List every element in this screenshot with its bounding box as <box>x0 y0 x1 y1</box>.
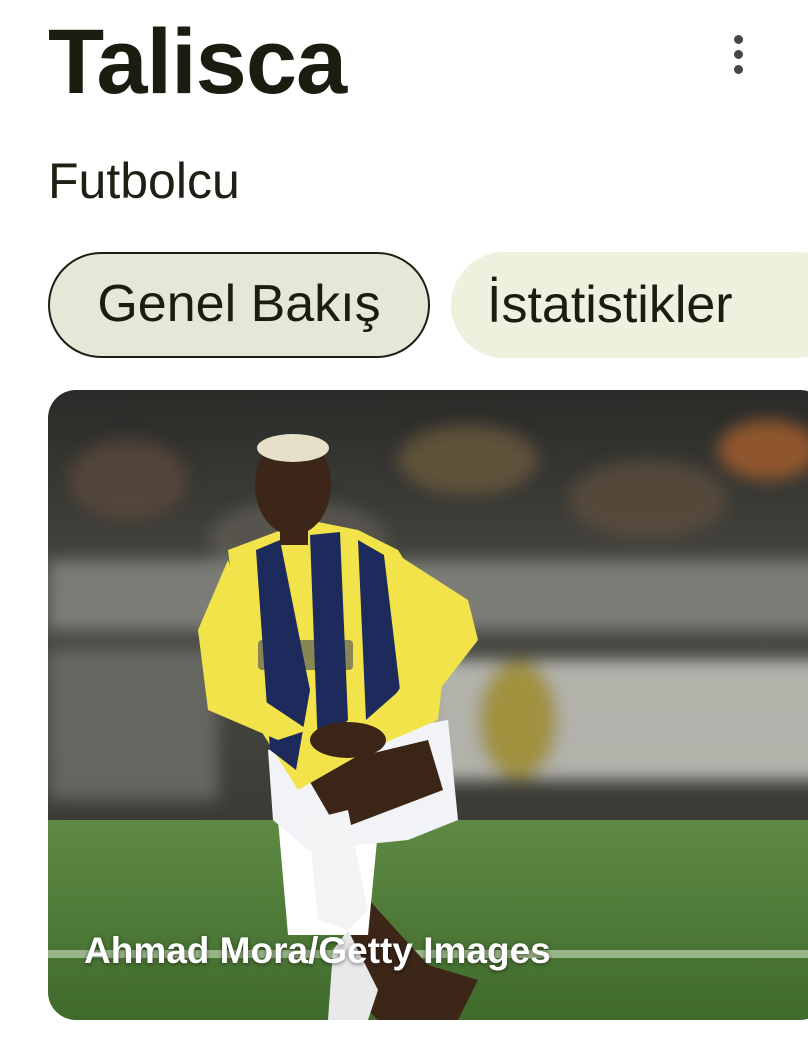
more-vert-icon-dot <box>733 64 743 74</box>
photo-credit: Ahmad Mora/Getty Images <box>84 930 551 971</box>
player-photo[interactable] <box>48 390 808 1020</box>
tab-overview[interactable]: Genel Bakış <box>48 252 430 358</box>
more-vert-icon-dot <box>733 34 743 44</box>
tab-statistics[interactable]: İstatistikler <box>451 252 808 358</box>
more-vert-icon-dot <box>733 49 743 59</box>
page-title: Talisca <box>48 11 347 113</box>
tab-bar: Genel Bakış İstatistikler <box>48 252 808 360</box>
page-subtitle: Futbolcu <box>48 153 240 209</box>
player-photo-illustration <box>48 390 808 1020</box>
more-options-button[interactable] <box>716 28 760 80</box>
